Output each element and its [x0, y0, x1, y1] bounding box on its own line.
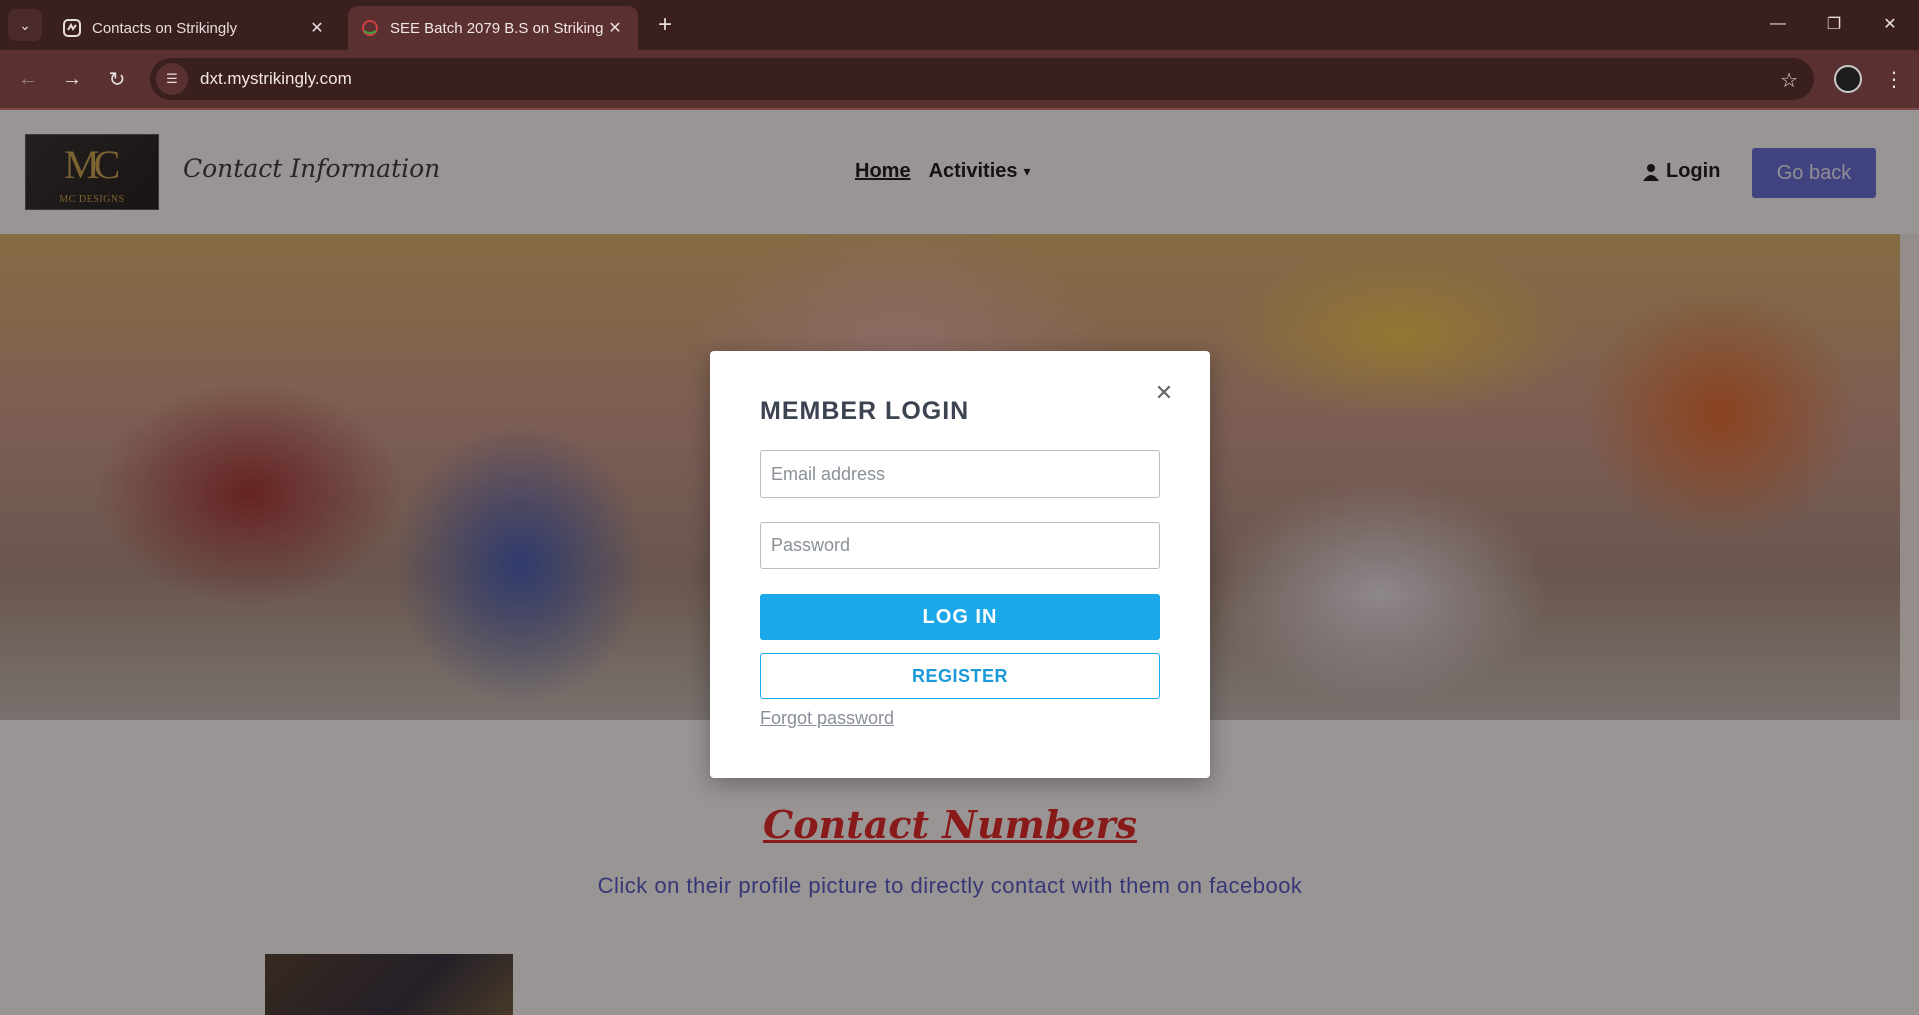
address-bar[interactable]: ☰ dxt.mystrikingly.com ☆ [150, 58, 1814, 100]
restore-button[interactable]: ❐ [1811, 8, 1857, 40]
close-icon[interactable]: ✕ [1152, 380, 1176, 405]
tune-icon: ☰ [166, 71, 178, 86]
register-button[interactable]: REGISTER [760, 653, 1160, 699]
site-favicon-icon [360, 18, 380, 38]
plus-icon: + [657, 11, 672, 38]
member-login-modal: ✕ MEMBER LOGIN Email address Password LO… [710, 351, 1210, 778]
modal-title: MEMBER LOGIN [760, 397, 970, 425]
arrow-left-icon: ← [18, 67, 38, 90]
email-field[interactable]: Email address [760, 450, 1160, 498]
browser-tab-bar: ⌄ Contacts on Strikingly ✕ SEE Batch 207… [0, 0, 1919, 50]
tab-contacts[interactable]: Contacts on Strikingly ✕ [50, 6, 340, 50]
password-field[interactable]: Password [760, 522, 1160, 569]
strikingly-favicon-icon [62, 18, 82, 38]
restore-icon: ❐ [1826, 16, 1842, 33]
new-tab-button[interactable]: + [650, 10, 680, 40]
tab-title: SEE Batch 2079 B.S on Strikingly [390, 19, 604, 37]
more-vertical-icon: ⋮ [1884, 68, 1904, 91]
browser-menu-button[interactable]: ⋮ [1880, 62, 1908, 96]
close-icon[interactable]: ✕ [306, 17, 328, 39]
tab-title: Contacts on Strikingly [92, 19, 238, 37]
browser-toolbar: ← → ↻ ☰ dxt.mystrikingly.com ☆ ⋮ [0, 50, 1919, 108]
bookmark-star-icon[interactable]: ☆ [1780, 68, 1798, 93]
minimize-icon: — [1770, 15, 1786, 32]
back-button[interactable]: ← [10, 61, 46, 97]
log-in-button[interactable]: LOG IN [760, 594, 1160, 640]
reload-icon: ↻ [108, 68, 126, 91]
reload-button[interactable]: ↻ [99, 61, 135, 97]
minimize-button[interactable]: — [1755, 8, 1801, 40]
site-info-button[interactable]: ☰ [156, 63, 188, 95]
forward-button[interactable]: → [54, 61, 90, 97]
forgot-password-link[interactable]: Forgot password [760, 708, 894, 729]
close-icon: ✕ [1883, 16, 1897, 33]
close-window-button[interactable]: ✕ [1867, 8, 1913, 40]
profile-avatar[interactable] [1834, 65, 1862, 93]
close-icon[interactable]: ✕ [604, 17, 626, 39]
tab-see-batch[interactable]: SEE Batch 2079 B.S on Strikingly ✕ [348, 6, 638, 50]
url-text: dxt.mystrikingly.com [200, 69, 352, 88]
arrow-right-icon: → [62, 67, 82, 90]
tab-search-button[interactable]: ⌄ [8, 9, 42, 41]
chevron-down-icon: ⌄ [19, 16, 31, 33]
